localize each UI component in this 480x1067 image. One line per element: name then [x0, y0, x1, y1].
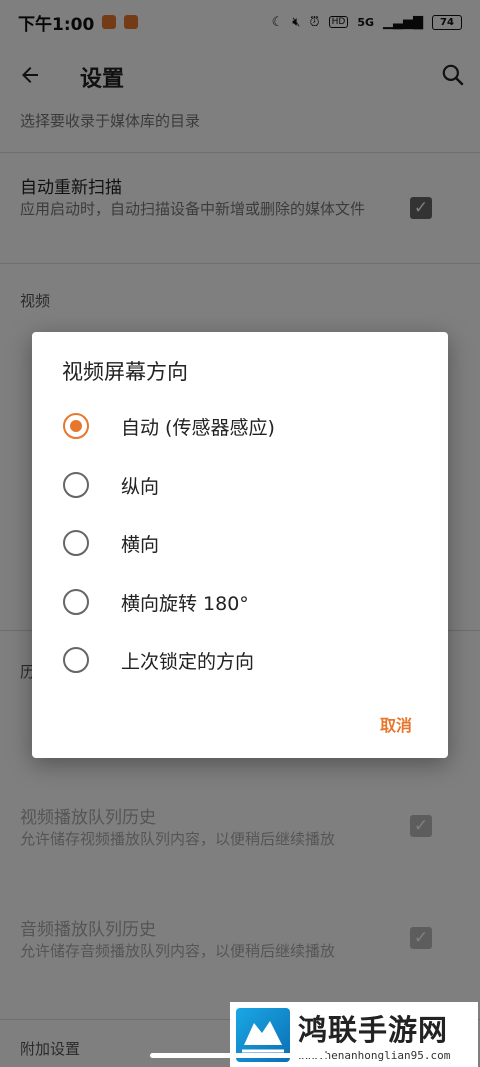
option-portrait[interactable]: 纵向	[32, 456, 448, 514]
option-label: 自动 (传感器感应)	[121, 416, 275, 439]
option-label: 横向	[121, 533, 160, 556]
cancel-button[interactable]: 取消	[380, 712, 412, 736]
radio-icon[interactable]	[63, 589, 89, 615]
radio-icon[interactable]	[63, 647, 89, 673]
watermark-name: 鸿联手游网	[298, 1013, 449, 1047]
radio-icon[interactable]	[63, 530, 89, 556]
option-auto[interactable]: 自动 (传感器感应)	[32, 397, 448, 455]
option-label: 横向旋转 180°	[121, 592, 249, 615]
dialog-title: 视频屏幕方向	[62, 360, 188, 384]
option-label: 上次锁定的方向	[121, 650, 255, 673]
radio-selected-icon[interactable]	[63, 413, 89, 439]
option-landscape-reverse[interactable]: 横向旋转 180°	[32, 573, 448, 631]
option-landscape[interactable]: 横向	[32, 514, 448, 572]
gesture-home-bar[interactable]	[150, 1053, 328, 1058]
radio-icon[interactable]	[63, 472, 89, 498]
option-label: 纵向	[121, 475, 160, 498]
option-last-locked[interactable]: 上次锁定的方向	[32, 631, 448, 689]
screen-orientation-dialog: 视频屏幕方向 自动 (传感器感应) 纵向 横向 横向旋转 180° 上次锁定的方…	[32, 332, 448, 758]
